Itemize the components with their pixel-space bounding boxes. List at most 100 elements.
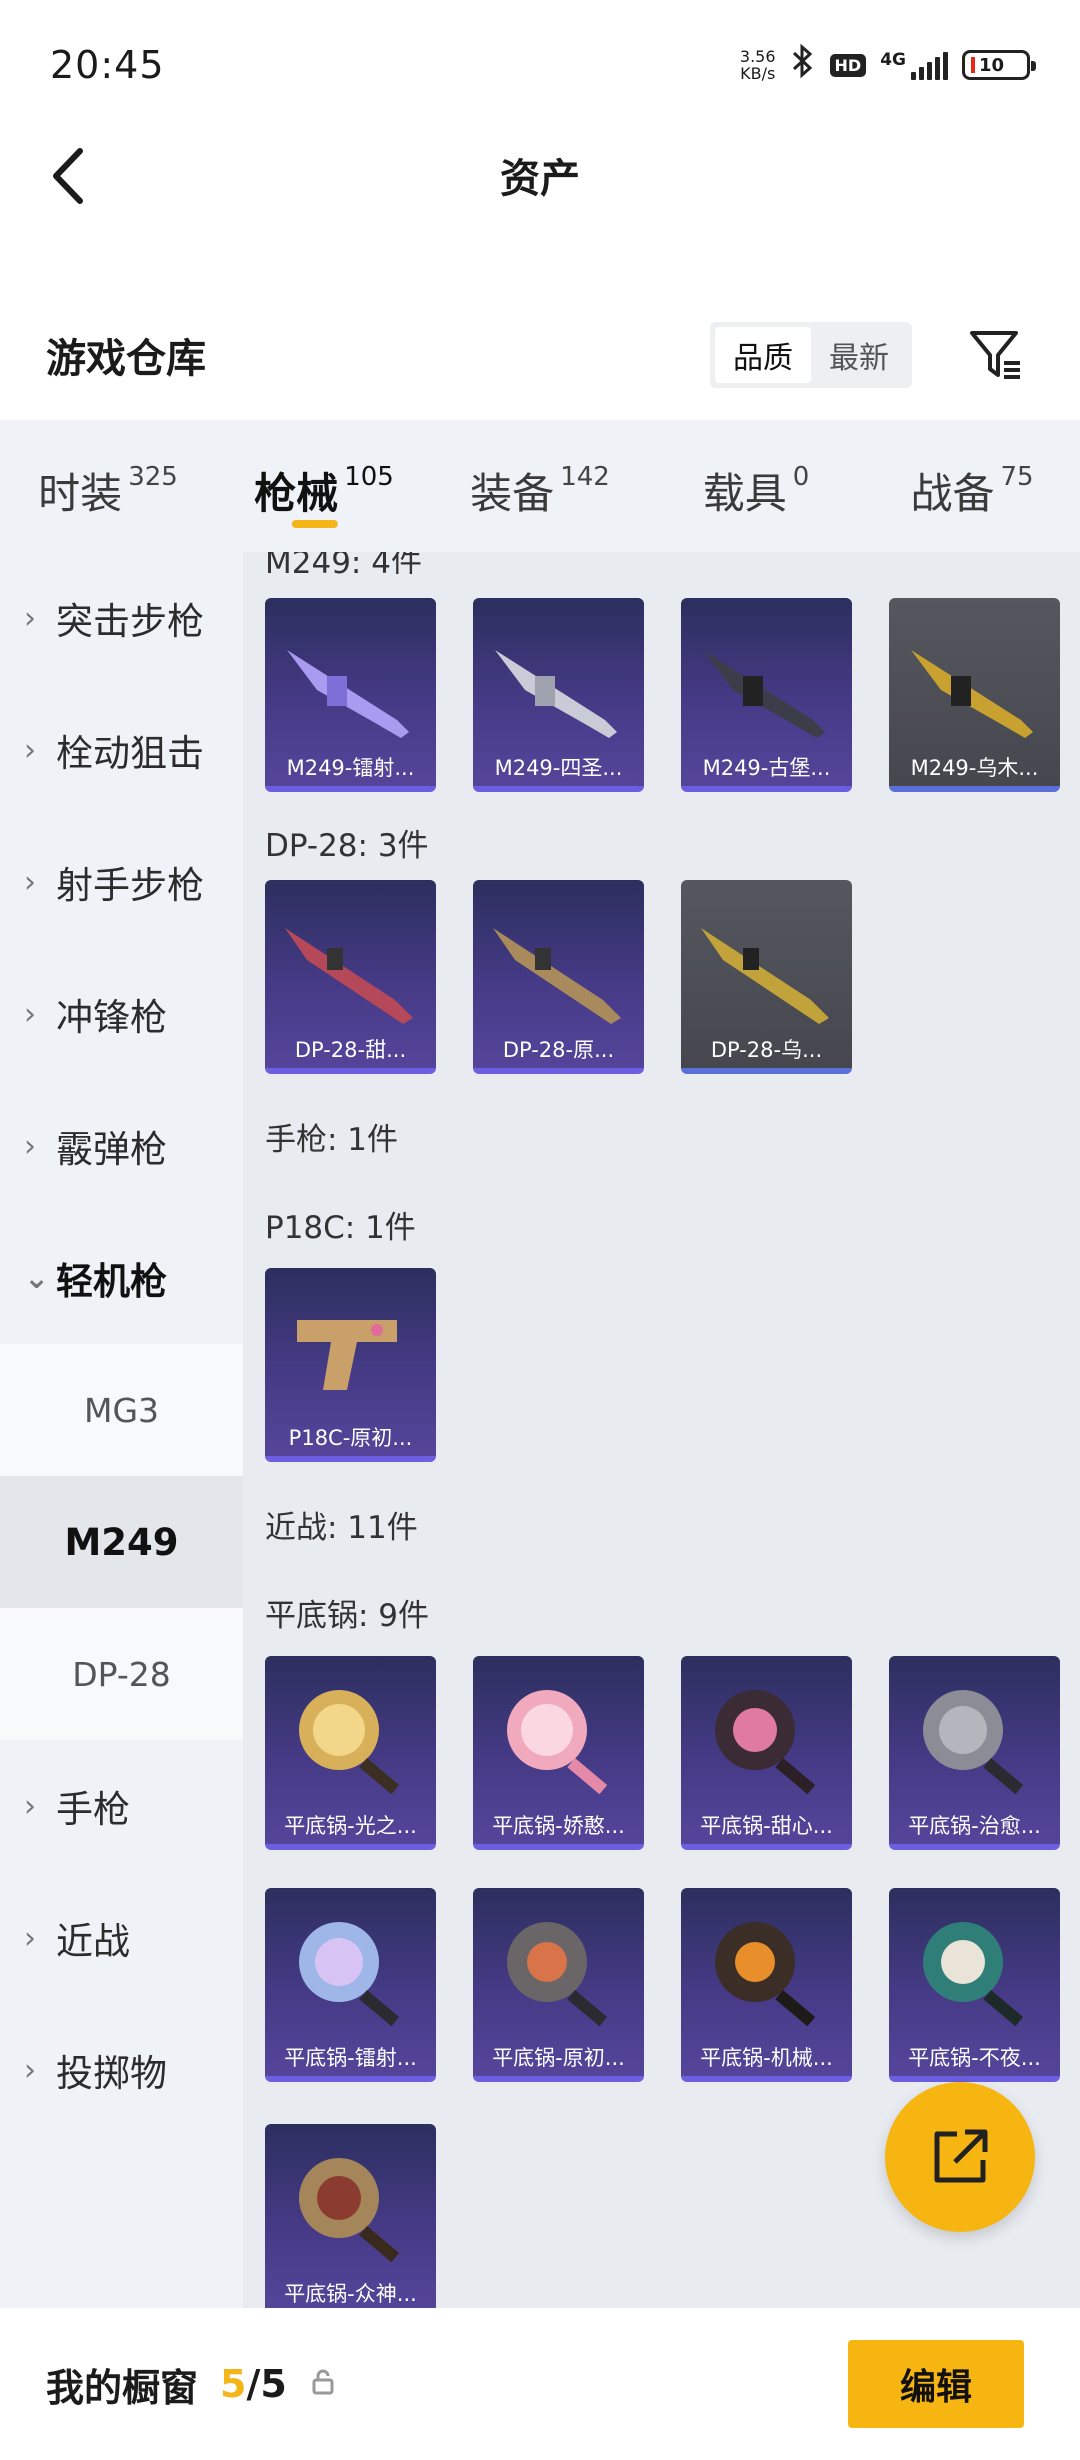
sort-newest-option[interactable]: 最新 xyxy=(811,327,907,383)
item-row: 平底锅-光之... 平底锅-娇憨... 平底锅-甜心... 平底锅-治愈... xyxy=(265,1656,1080,1850)
frying-pan-icon xyxy=(299,1690,400,1795)
item-card[interactable]: 平底锅-机械... xyxy=(681,1888,852,2082)
status-time: 20:45 xyxy=(50,43,165,87)
item-card[interactable]: 平底锅-娇憨... xyxy=(473,1656,644,1850)
rifle-skin-icon xyxy=(701,928,829,1024)
sidebar-item-smg[interactable]: › 冲锋枪 xyxy=(0,948,243,1080)
weapon-category-sidebar: › 突击步枪 › 栓动狙击 › 射手步枪 › 冲锋枪 › 霰弹枪 ⌄ 轻机枪 M… xyxy=(0,552,243,2308)
sidebar-sub-dp28[interactable]: DP-28 xyxy=(0,1608,243,1740)
showcase-count: 5/5 xyxy=(220,2362,287,2406)
frying-pan-icon xyxy=(715,1690,816,1795)
chevron-right-icon: › xyxy=(24,996,36,1032)
sidebar-item-throwable[interactable]: › 投掷物 xyxy=(0,2004,243,2136)
group-title-melee: 近战: 11件 xyxy=(265,1509,418,1546)
net-speed: 3.56 KB/s xyxy=(739,47,776,83)
frying-pan-icon xyxy=(923,1922,1024,2027)
chevron-right-icon: › xyxy=(24,1128,36,1164)
back-button[interactable] xyxy=(38,146,98,206)
bluetooth-icon xyxy=(790,43,816,86)
rifle-skin-icon xyxy=(287,650,409,738)
item-card[interactable]: M249-古堡... xyxy=(681,598,852,792)
share-fab-button[interactable] xyxy=(885,2082,1035,2232)
tab-fashion[interactable]: 时装 325 xyxy=(0,420,216,552)
sidebar-sub-m249[interactable]: M249 xyxy=(0,1476,243,1608)
item-card[interactable]: DP-28-甜... xyxy=(265,880,436,1074)
page-title: 资产 xyxy=(500,156,580,202)
item-card[interactable]: M249-乌木... xyxy=(889,598,1060,792)
frying-pan-icon xyxy=(923,1690,1024,1795)
item-card[interactable]: 平底锅-镭射... xyxy=(265,1888,436,2082)
sort-quality-option[interactable]: 品质 xyxy=(715,327,811,383)
frying-pan-icon xyxy=(299,1922,400,2027)
rifle-skin-icon xyxy=(285,928,413,1024)
edit-button[interactable]: 编辑 xyxy=(848,2340,1024,2428)
sidebar-item-shotgun[interactable]: › 霰弹枪 xyxy=(0,1080,243,1212)
item-row: DP-28-甜... DP-28-原... DP-28-乌... xyxy=(265,880,1080,1074)
group-title-pistol: 手枪: 1件 xyxy=(265,1121,399,1158)
chevron-right-icon: › xyxy=(24,600,36,636)
group-title-dp28: DP-28: 3件 xyxy=(265,827,429,864)
rifle-skin-icon xyxy=(493,928,621,1024)
warehouse-header: 游戏仓库 品质 最新 xyxy=(0,300,1080,410)
item-card[interactable]: 平底锅-原初... xyxy=(473,1888,644,2082)
item-card[interactable]: M249-镭射... xyxy=(265,598,436,792)
item-card[interactable]: 平底锅-治愈... xyxy=(889,1656,1060,1850)
sidebar-item-bolt-sniper[interactable]: › 栓动狙击 xyxy=(0,684,243,816)
group-title-p18c: P18C: 1件 xyxy=(265,1209,416,1246)
item-card[interactable]: 平底锅-甜心... xyxy=(681,1656,852,1850)
showcase-bar: 我的橱窗 5/5 编辑 xyxy=(0,2308,1080,2460)
item-row: 平底锅-镭射... 平底锅-原初... 平底锅-机械... 平底锅-不夜... xyxy=(265,1888,1080,2082)
sidebar-item-assault-rifle[interactable]: › 突击步枪 xyxy=(0,552,243,684)
lock-icon xyxy=(311,2369,335,2399)
warehouse-title: 游戏仓库 xyxy=(46,336,206,382)
item-card[interactable]: P18C-原初... xyxy=(265,1268,436,1462)
back-arrow-icon xyxy=(53,148,83,204)
tab-supplies[interactable]: 战备 75 xyxy=(864,420,1080,552)
status-icons: 3.56 KB/s HD 4G 10 xyxy=(739,43,1036,86)
chevron-right-icon: › xyxy=(24,2052,36,2088)
filter-icon xyxy=(970,331,1020,379)
sort-toggle: 品质 最新 xyxy=(710,322,912,388)
chevron-right-icon: › xyxy=(24,732,36,768)
item-card[interactable]: M249-四圣... xyxy=(473,598,644,792)
item-grid-content: M249: 4件 M249-镭射... M249-四圣... M249-古堡..… xyxy=(243,552,1080,2308)
frying-pan-icon xyxy=(299,2158,400,2263)
frying-pan-icon xyxy=(507,1922,608,2027)
filter-button[interactable] xyxy=(966,325,1026,385)
chevron-down-icon: ⌄ xyxy=(24,1260,50,1296)
sidebar-item-pistol[interactable]: › 手枪 xyxy=(0,1740,243,1872)
item-row: P18C-原初... xyxy=(265,1268,1080,1462)
frying-pan-icon xyxy=(715,1922,816,2027)
sidebar-item-marksman-rifle[interactable]: › 射手步枪 xyxy=(0,816,243,948)
category-tabs: 时装 325 枪械 105 装备 142 载具 0 战备 75 xyxy=(0,420,1080,552)
tab-equipment[interactable]: 装备 142 xyxy=(432,420,648,552)
showcase-title: 我的橱窗 xyxy=(46,2365,199,2410)
chevron-right-icon: › xyxy=(24,1788,36,1824)
item-card[interactable]: DP-28-原... xyxy=(473,880,644,1074)
item-card[interactable]: 平底锅-不夜... xyxy=(889,1888,1060,2082)
share-external-icon xyxy=(934,2129,988,2183)
item-card[interactable]: 平底锅-光之... xyxy=(265,1656,436,1850)
tab-firearms[interactable]: 枪械 105 xyxy=(216,420,432,552)
item-card[interactable]: 平底锅-众神... xyxy=(265,2124,436,2308)
rifle-skin-icon xyxy=(495,650,617,738)
chevron-right-icon: › xyxy=(24,864,36,900)
group-title-m249: M249: 4件 xyxy=(265,552,422,574)
sidebar-sub-mg3[interactable]: MG3 xyxy=(0,1344,243,1476)
item-row: M249-镭射... M249-四圣... M249-古堡... M249-乌木… xyxy=(265,598,1080,792)
item-card[interactable]: DP-28-乌... xyxy=(681,880,852,1074)
group-title-pan: 平底锅: 9件 xyxy=(265,1597,430,1634)
frying-pan-icon xyxy=(507,1690,608,1795)
sidebar-item-lmg[interactable]: ⌄ 轻机枪 xyxy=(0,1212,243,1344)
sidebar-item-melee[interactable]: › 近战 xyxy=(0,1872,243,2004)
signal-icon: 4G xyxy=(880,50,948,80)
battery-icon: 10 xyxy=(962,50,1036,80)
rifle-skin-icon xyxy=(911,650,1033,738)
hd-badge: HD xyxy=(829,53,867,77)
pistol-skin-icon xyxy=(297,1320,397,1390)
tab-vehicles[interactable]: 载具 0 xyxy=(648,420,864,552)
chevron-right-icon: › xyxy=(24,1920,36,1956)
top-nav: 资产 xyxy=(0,130,1080,220)
active-tab-indicator xyxy=(291,520,338,528)
status-bar: 20:45 3.56 KB/s HD 4G 10 xyxy=(0,0,1080,130)
